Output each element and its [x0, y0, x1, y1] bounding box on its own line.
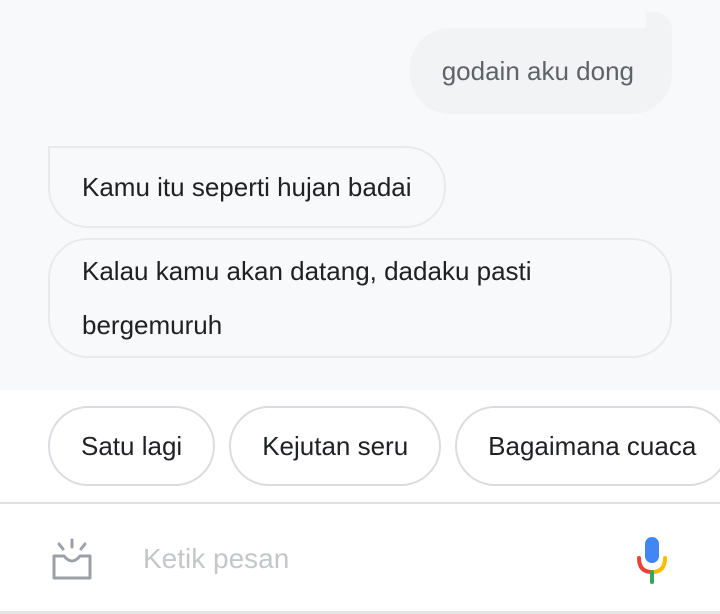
assistant-message-bubble: Kamu itu seperti hujan badai [48, 146, 446, 228]
assistant-message-text: Kamu itu seperti hujan badai [82, 171, 412, 202]
message-input[interactable] [143, 534, 583, 584]
assistant-message-text: Kalau kamu akan datang, dadaku pasti ber… [82, 256, 532, 340]
suggestion-chip-bagaimana-cuaca[interactable]: Bagaimana cuaca [455, 406, 720, 486]
conversation-area: godain aku dong Kamu itu seperti hujan b… [0, 0, 720, 390]
mic-icon[interactable] [636, 536, 668, 584]
lens-icon[interactable] [50, 538, 94, 582]
assistant-message-bubble: Kalau kamu akan datang, dadaku pasti ber… [48, 238, 672, 358]
suggestion-chips: Satu lagi Kejutan seru Bagaimana cuaca [48, 406, 720, 486]
suggestion-chip-kejutan-seru[interactable]: Kejutan seru [229, 406, 442, 486]
message-composer [0, 504, 720, 611]
suggestion-chip-satu-lagi[interactable]: Satu lagi [48, 406, 216, 486]
user-message-bubble: godain aku dong [409, 12, 673, 114]
user-message-text: godain aku dong [441, 55, 634, 86]
